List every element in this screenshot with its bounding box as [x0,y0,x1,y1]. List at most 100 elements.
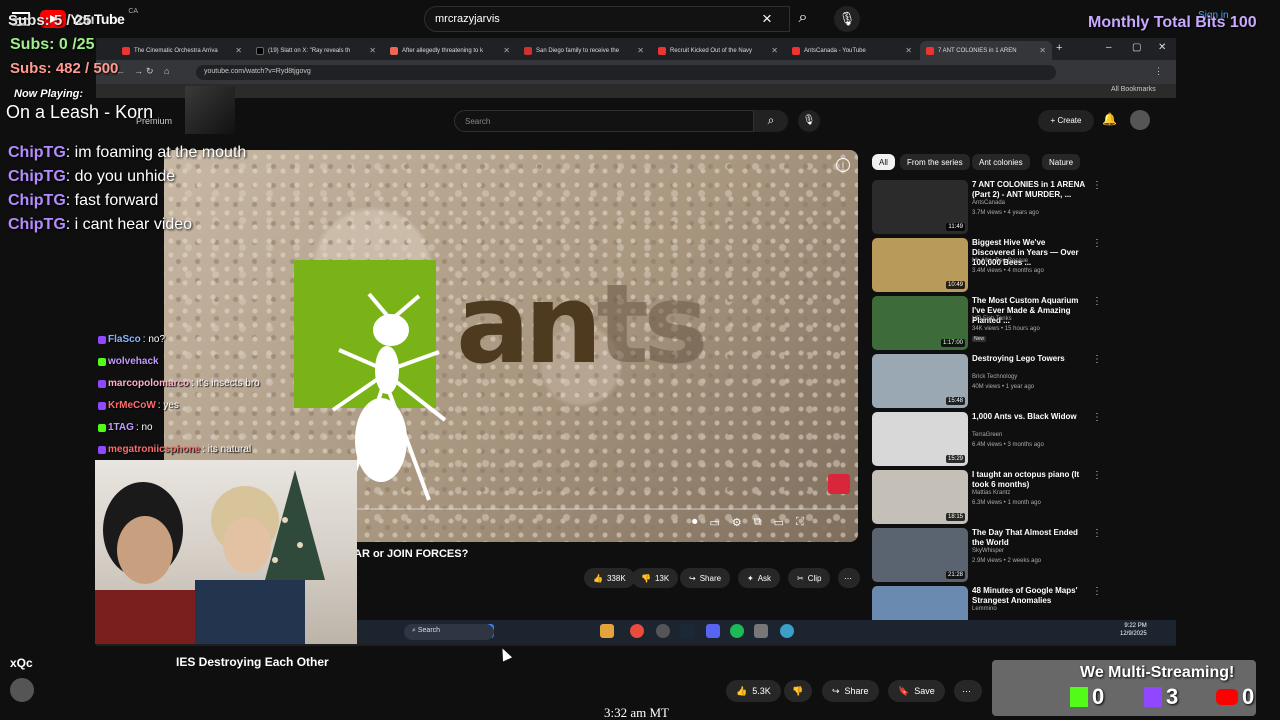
more-options-icon[interactable]: ⋮ [1092,528,1102,539]
recommendation-channel[interactable]: TerraGreen [972,432,1002,438]
miniplayer-icon[interactable]: ⧉ [754,516,762,529]
chip-ant-colonies[interactable]: Ant colonies [972,154,1030,170]
discord-icon[interactable] [706,624,720,638]
more-actions-button[interactable]: ⋯ [838,568,860,588]
steam-icon[interactable] [680,624,694,638]
video-thumbnail[interactable]: 10:49 [872,238,968,292]
recommendation-channel[interactable]: MD Fish Tanks [972,316,1012,322]
clear-icon[interactable]: × [762,9,772,29]
streamer-name[interactable]: xQc [10,656,33,670]
minimize-icon[interactable]: – [1106,42,1112,53]
recommendation-channel[interactable]: Mr. Mrs. Bee Rescue [972,258,1028,264]
close-tab-icon[interactable]: ✕ [637,46,644,55]
outer-dislike-button[interactable]: 👎 [784,680,812,702]
close-window-icon[interactable]: ✕ [1158,42,1166,53]
obs-icon[interactable] [656,624,670,638]
browser-tab[interactable]: The Cinematic Orchestra Arriva ✕ [116,41,248,60]
spotify-icon[interactable] [730,624,744,638]
outer-like-button[interactable]: 👍 5.3K [726,680,781,702]
browser-tab[interactable]: AntsCanada - YouTube ✕ [786,41,918,60]
recommendation-item[interactable]: 18:15 I taught an octopus piano (It took … [872,470,1102,524]
theater-icon[interactable]: ▭ [774,516,784,529]
close-tab-icon[interactable]: ✕ [905,46,912,55]
taskbar-search[interactable]: ⌕ Search [404,624,494,640]
notifications-icon[interactable]: 🔔 [1102,112,1117,126]
more-options-icon[interactable]: ⋮ [1092,238,1102,249]
close-tab-icon[interactable]: ✕ [235,46,242,55]
home-icon[interactable]: ⌂ [164,66,169,76]
video-thumbnail[interactable]: 21:28 [872,528,968,582]
browser-tab[interactable]: Recruit Kicked Out of the Navy ✕ [652,41,784,60]
edge-icon[interactable] [780,624,794,638]
fullscreen-icon[interactable]: ⛶ [796,516,804,529]
recommendation-channel[interactable]: Lemmino [972,606,997,612]
dislike-button[interactable]: 👎 13K [632,568,679,588]
close-tab-icon[interactable]: ✕ [369,46,376,55]
browser-tab[interactable]: (19) Slatt on X: "Ray reveals th ✕ [250,41,382,60]
recommendation-title[interactable]: The Day That Almost Ended the World [972,528,1090,548]
close-tab-icon[interactable]: ✕ [771,46,778,55]
file-explorer-icon[interactable] [600,624,614,638]
chip-all[interactable]: All [872,154,895,170]
recommendation-channel[interactable]: SkyWhisper [972,548,1004,554]
search-icon[interactable]: ⌕ [790,6,816,32]
close-tab-icon[interactable]: ✕ [1039,46,1046,55]
recommendation-item[interactable]: 10:49 Biggest Hive We've Discovered in Ye… [872,238,1102,292]
video-thumbnail[interactable]: 11:49 [872,180,968,234]
video-thumbnail[interactable]: 15:48 [872,354,968,408]
forward-icon[interactable]: → [134,66,143,76]
chip-nature[interactable]: Nature [1042,154,1081,170]
ask-button[interactable]: ✦ Ask [738,568,781,588]
all-bookmarks-link[interactable]: All Bookmarks [1111,86,1156,93]
more-options-icon[interactable]: ⋮ [1092,470,1102,481]
video-thumbnail[interactable]: 18:15 [872,470,968,524]
chip-from-series[interactable]: From the series [900,154,970,170]
more-options-icon[interactable]: ⋮ [1092,296,1102,307]
outer-share-button[interactable]: ↪ Share [822,680,879,702]
settings-icon[interactable]: ⚙ [732,516,742,529]
mic-icon[interactable]: 🎙 [834,6,860,32]
like-button[interactable]: 👍 338K [584,568,635,588]
captions-icon[interactable]: ▭ [710,516,720,529]
info-icon[interactable]: i [836,158,850,172]
browser-menu-icon[interactable]: ⋮ [1154,66,1163,77]
recommendation-title[interactable]: 48 Minutes of Google Maps' Strangest Ano… [972,586,1090,606]
video-thumbnail[interactable]: 1:17:00 [872,296,968,350]
video-thumbnail[interactable]: 15:29 [872,412,968,466]
outer-save-button[interactable]: 🔖 Save [888,680,945,702]
new-tab-icon[interactable]: + [1056,42,1062,54]
browser-tab-active[interactable]: 7 ANT COLONIES in 1 AREN ✕ [920,41,1052,60]
more-options-icon[interactable]: ⋮ [1092,180,1102,191]
close-tab-icon[interactable]: ✕ [503,46,510,55]
recommendation-channel[interactable]: AntsCanada [972,200,1005,206]
more-options-icon[interactable]: ⋮ [1092,412,1102,423]
autoplay-icon[interactable]: ⏺ [692,516,698,529]
recommendation-title[interactable]: 1,000 Ants vs. Black Widow [972,412,1090,422]
more-options-icon[interactable]: ⋮ [1092,586,1102,597]
avatar[interactable] [1130,110,1150,130]
inner-mic-icon[interactable]: 🎙 [798,110,820,132]
url-field[interactable]: youtube.com/watch?v=Ryd8tjgovg [196,65,1056,80]
recommendation-item[interactable]: 1:17:00 The Most Custom Aquarium I've Eve… [872,296,1102,350]
inner-search-icon[interactable]: ⌕ [754,110,788,132]
outer-more-button[interactable]: ⋯ [954,680,982,702]
outer-search-input[interactable]: mrcrazyjarvis [424,6,790,32]
recommendation-title[interactable]: Destroying Lego Towers [972,354,1090,364]
browser-tab[interactable]: San Diego family to receive the ✕ [518,41,650,60]
clip-button[interactable]: ✂ Clip [788,568,831,588]
recommendation-item[interactable]: 15:48 Destroying Lego Towers Brick Technol… [872,354,1102,408]
recommendation-item[interactable]: 11:49 7 ANT COLONIES in 1 ARENA (Part 2) … [872,180,1102,234]
create-button[interactable]: + Create [1038,110,1094,132]
channel-avatar[interactable] [10,678,34,702]
reload-icon[interactable]: ↻ [146,66,154,77]
more-options-icon[interactable]: ⋮ [1092,354,1102,365]
recommendation-item[interactable]: 15:29 1,000 Ants vs. Black Widow TerraGree… [872,412,1102,466]
share-button[interactable]: ↪ Share [680,568,731,588]
recommendation-title[interactable]: I taught an octopus piano (It took 6 mon… [972,470,1090,490]
recommendation-channel[interactable]: Brick Technology [972,374,1017,380]
chrome-icon[interactable] [630,624,644,638]
browser-tab[interactable]: After allegedly threatening to k ✕ [384,41,516,60]
inner-search-input[interactable]: Search [454,110,754,132]
recommendation-item[interactable]: 21:28 The Day That Almost Ended the World… [872,528,1102,582]
maximize-icon[interactable]: ▢ [1132,42,1141,53]
